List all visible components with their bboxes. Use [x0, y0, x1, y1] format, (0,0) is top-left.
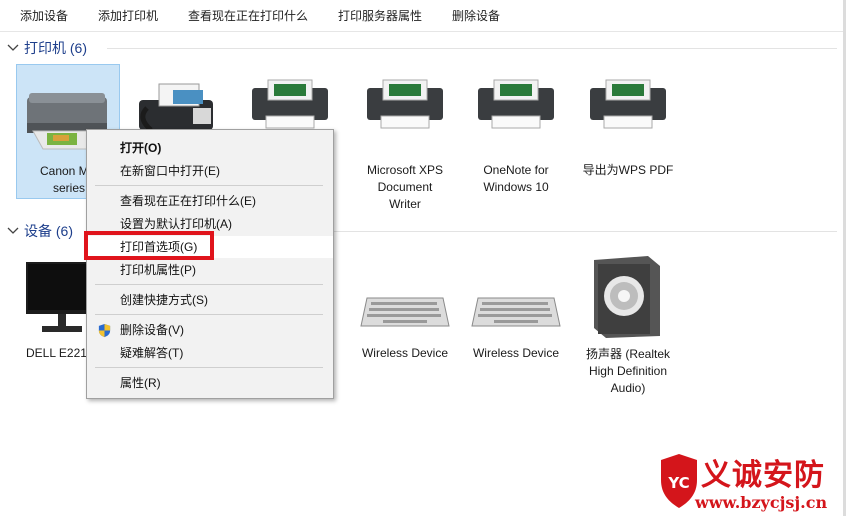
add-printer-button[interactable]: 添加打印机: [96, 7, 160, 25]
menu-item-printer-properties[interactable]: 打印机属性(P): [87, 259, 333, 281]
device-tile-wireless-1[interactable]: Wireless Device: [353, 290, 457, 370]
watermark-url: www.bzycjsj.cn: [695, 493, 828, 512]
device-label: Audio): [610, 381, 646, 395]
group-title: 设备 (6): [24, 223, 73, 239]
menu-separator: [95, 367, 323, 368]
menu-separator: [95, 284, 323, 285]
menu-item-see-whats-printing[interactable]: 查看现在正在打印什么(E): [87, 190, 333, 212]
device-label: Wireless Device: [472, 346, 559, 360]
divider: [107, 48, 837, 49]
device-label: 扬声器 (Realtek: [585, 347, 671, 361]
shield-icon: [98, 323, 111, 338]
printer-tile-wps-pdf[interactable]: 导出为WPS PDF: [576, 78, 680, 188]
add-device-button[interactable]: 添加设备: [18, 7, 70, 25]
keyboard-icon: [360, 297, 450, 327]
print-server-properties-button[interactable]: 打印服务器属性: [336, 7, 424, 25]
logo-text: YC: [667, 474, 689, 492]
device-tile-wireless-2[interactable]: Wireless Device: [464, 290, 568, 370]
menu-separator: [95, 314, 323, 315]
menu-item-open-new-window[interactable]: 在新窗口中打开(E): [87, 160, 333, 182]
device-tile-speaker[interactable]: 扬声器 (Realtek High Definition Audio): [576, 252, 680, 402]
menu-separator: [95, 185, 323, 186]
printer-tile-onenote[interactable]: OneNote for Windows 10: [464, 78, 568, 198]
device-label: Document: [377, 180, 433, 194]
chevron-down-icon: [7, 227, 19, 234]
printer-icon: [252, 79, 328, 129]
printers-group-header[interactable]: 打印机 (6): [7, 38, 837, 58]
menu-item-properties[interactable]: 属性(R): [87, 372, 333, 394]
shield-logo-icon: YC: [661, 454, 697, 508]
device-label: Wireless Device: [361, 346, 448, 360]
device-label: 导出为WPS PDF: [582, 163, 674, 177]
device-label: Windows 10: [483, 180, 549, 194]
menu-item-create-shortcut[interactable]: 创建快捷方式(S): [87, 289, 333, 311]
speaker-icon: [594, 256, 660, 338]
menu-item-open[interactable]: 打开(O): [87, 137, 333, 159]
keyboard-icon: [471, 297, 561, 327]
see-whats-printing-button[interactable]: 查看现在正在打印什么: [186, 7, 310, 25]
command-bar: 添加设备 添加打印机 查看现在正在打印什么 打印服务器属性 删除设备: [0, 0, 846, 32]
device-label: OneNote for: [483, 163, 549, 177]
watermark: YC 义诚安防 www.bzycjsj.cn: [655, 446, 846, 516]
remove-device-button[interactable]: 删除设备: [450, 7, 502, 25]
menu-item-label: 删除设备(V): [120, 323, 184, 337]
printer-icon: [367, 79, 443, 129]
printer-icon: [590, 79, 666, 129]
printer-icon: [478, 79, 554, 129]
printer-tile-xps[interactable]: Microsoft XPS Document Writer: [353, 78, 457, 218]
menu-item-troubleshoot[interactable]: 疑难解答(T): [87, 342, 333, 364]
group-title: 打印机 (6): [24, 40, 87, 56]
menu-item-remove-device[interactable]: 删除设备(V): [87, 319, 333, 341]
device-label: High Definition: [588, 364, 668, 378]
watermark-title: 义诚安防: [701, 458, 825, 493]
fax-printer-icon: [139, 83, 213, 132]
context-menu: 打开(O) 在新窗口中打开(E) 查看现在正在打印什么(E) 设置为默认打印机(…: [86, 129, 334, 399]
chevron-down-icon: [7, 44, 19, 51]
device-label: Microsoft XPS: [366, 163, 444, 177]
highlight-annotation: [84, 231, 214, 260]
device-label: Writer: [389, 197, 421, 211]
